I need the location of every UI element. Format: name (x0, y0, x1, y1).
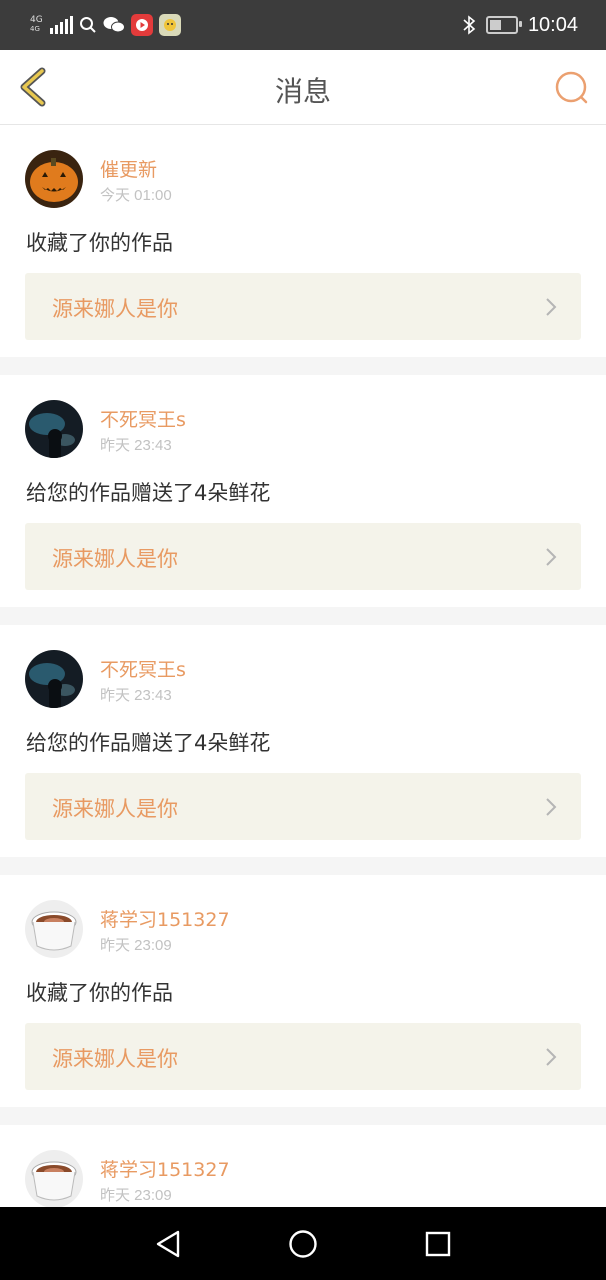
work-title: 源来娜人是你 (52, 1047, 178, 1071)
battery-icon (485, 16, 522, 34)
network-label: 4G 4G (30, 16, 44, 34)
message-card: 不死冥王s 昨天 23:43 给您的作品赠送了4朵鲜花 源来娜人是你 (0, 375, 606, 607)
search-icon (80, 17, 96, 33)
video-app-icon (131, 14, 153, 36)
work-title: 源来娜人是你 (52, 547, 178, 571)
search-icon[interactable] (552, 68, 592, 108)
clock: 10:04 (527, 13, 578, 36)
chevron-right-icon (546, 298, 557, 316)
sticker-app-icon (159, 14, 181, 36)
username[interactable]: 蒋学习151327 (100, 1155, 230, 1182)
avatar[interactable] (25, 1150, 83, 1208)
circle-home-icon[interactable] (288, 1229, 318, 1259)
message-card: 蒋学习151327 昨天 23:09 (0, 1125, 606, 1208)
work-title: 源来娜人是你 (52, 297, 178, 321)
avatar[interactable] (25, 150, 83, 208)
avatar[interactable] (25, 900, 83, 958)
work-title: 源来娜人是你 (52, 797, 178, 821)
chevron-right-icon (546, 1048, 557, 1066)
signal-icon (50, 16, 73, 34)
system-nav-bar (0, 1207, 606, 1280)
network-sub: 4G (30, 25, 40, 33)
timestamp: 昨天 23:09 (100, 937, 172, 954)
message-text: 给您的作品赠送了4朵鲜花 (26, 481, 271, 505)
work-link[interactable]: 源来娜人是你 (25, 523, 581, 590)
square-recents-icon[interactable] (424, 1229, 452, 1259)
work-link[interactable]: 源来娜人是你 (25, 773, 581, 840)
message-card: 催更新 今天 01:00 收藏了你的作品 源来娜人是你 (0, 125, 606, 357)
timestamp: 今天 01:00 (100, 187, 172, 204)
work-link[interactable]: 源来娜人是你 (25, 1023, 581, 1090)
username[interactable]: 蒋学习151327 (100, 905, 230, 932)
username[interactable]: 不死冥王s (100, 405, 186, 432)
message-text: 收藏了你的作品 (26, 231, 173, 255)
work-link[interactable]: 源来娜人是你 (25, 273, 581, 340)
status-right-group: 10:04 (462, 12, 578, 38)
timestamp: 昨天 23:09 (100, 1187, 172, 1204)
app-header: 消息 (0, 50, 606, 125)
username[interactable]: 不死冥王s (100, 655, 186, 682)
chevron-right-icon (546, 548, 557, 566)
message-text: 给您的作品赠送了4朵鲜花 (26, 731, 271, 755)
timestamp: 昨天 23:43 (100, 437, 172, 454)
status-left-group: 4G 4G (30, 12, 181, 38)
status-bar: 4G 4G 10:04 (0, 0, 606, 50)
chevron-right-icon (546, 798, 557, 816)
avatar[interactable] (25, 400, 83, 458)
timestamp: 昨天 23:43 (100, 687, 172, 704)
message-card: 不死冥王s 昨天 23:43 给您的作品赠送了4朵鲜花 源来娜人是你 (0, 625, 606, 857)
page-title: 消息 (274, 75, 331, 108)
message-text: 收藏了你的作品 (26, 981, 173, 1005)
username[interactable]: 催更新 (100, 155, 157, 182)
wechat-icon (103, 17, 125, 33)
message-card: 蒋学习151327 昨天 23:09 收藏了你的作品 源来娜人是你 (0, 875, 606, 1107)
avatar[interactable] (25, 650, 83, 708)
triangle-back-icon[interactable] (154, 1229, 182, 1259)
bluetooth-icon (463, 15, 476, 35)
network-type: 4G (30, 15, 43, 25)
